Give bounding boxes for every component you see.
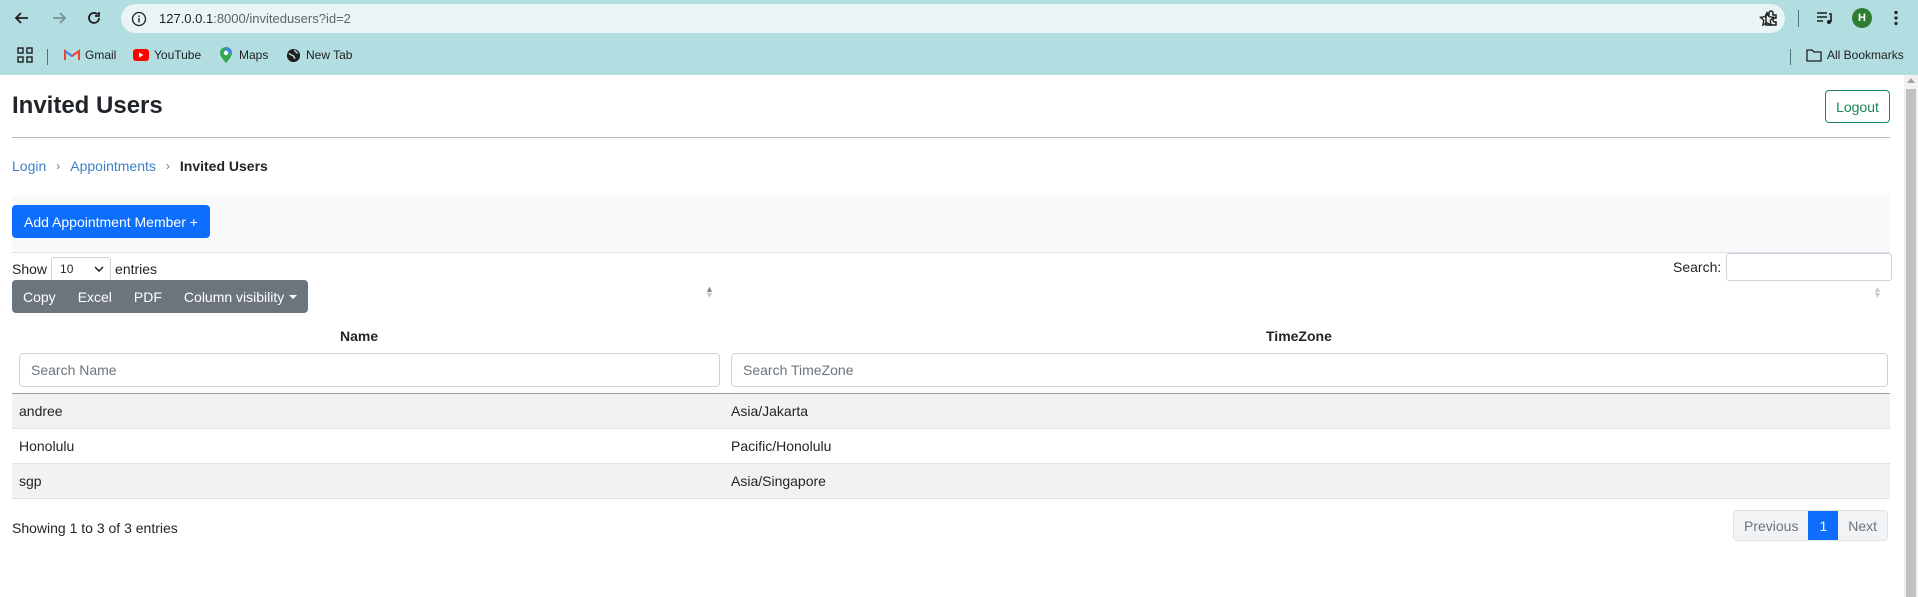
breadcrumb: Login › Appointments › Invited Users — [12, 158, 268, 174]
chevron-down-icon — [94, 266, 104, 272]
header-divider — [12, 137, 1890, 138]
name-filter-input[interactable] — [31, 362, 708, 378]
toolbar-divider — [1798, 10, 1799, 27]
caret-down-icon — [289, 294, 298, 299]
bookmark-maps[interactable]: Maps — [218, 45, 268, 65]
breadcrumb-current: Invited Users — [179, 158, 268, 174]
page-length-value: 10 — [60, 262, 74, 276]
page-title: Invited Users — [12, 92, 163, 119]
page-content: Invited Users Logout Login › Appointment… — [0, 75, 1904, 597]
media-control-icon[interactable] — [1812, 6, 1836, 30]
bookmark-label: New Tab — [306, 48, 353, 62]
global-search: Search: — [1673, 253, 1893, 281]
next-page-button[interactable]: Next — [1838, 511, 1888, 540]
cell-timezone: Pacific/Honolulu — [731, 438, 832, 454]
search-label: Search: — [1673, 259, 1722, 275]
bookmark-gmail[interactable]: Gmail — [64, 45, 116, 65]
breadcrumb-login[interactable]: Login — [12, 158, 46, 174]
page-length-control: Show 10 entries — [12, 257, 157, 281]
pdf-button[interactable]: PDF — [123, 280, 173, 313]
show-label: Show — [12, 261, 48, 277]
bookmark-youtube[interactable]: YouTube — [133, 45, 201, 65]
entries-label: entries — [115, 261, 158, 277]
cell-name: Honolulu — [19, 438, 75, 454]
all-bookmarks-label: All Bookmarks — [1827, 48, 1904, 62]
maps-icon — [218, 47, 234, 63]
column-visibility-label: Column visibility — [183, 288, 285, 305]
pagination: Previous 1 Next — [1733, 510, 1889, 541]
extensions-icon[interactable] — [1760, 6, 1784, 30]
bookmarks-divider — [47, 49, 48, 65]
bookmark-new-tab[interactable]: New Tab — [285, 45, 352, 65]
timezone-filter-input[interactable] — [743, 362, 1876, 378]
table-info: Showing 1 to 3 of 3 entries — [12, 520, 178, 536]
bookmarks-divider — [1790, 49, 1791, 65]
logout-button[interactable]: Logout — [1825, 90, 1890, 123]
breadcrumb-chevron-icon: › — [165, 159, 170, 173]
timezone-filter-field[interactable] — [731, 353, 1888, 387]
breadcrumb-appointments[interactable]: Appointments — [70, 158, 156, 174]
cell-timezone: Asia/Jakarta — [731, 403, 809, 419]
page-1-button[interactable]: 1 — [1808, 511, 1839, 540]
globe-icon — [285, 47, 301, 63]
name-filter-field[interactable] — [19, 353, 720, 387]
table-row[interactable]: andree Asia/Jakarta — [12, 394, 1890, 429]
menu-kebab-icon[interactable] — [1884, 6, 1908, 30]
bookmark-label: YouTube — [154, 48, 202, 62]
search-input[interactable] — [1726, 253, 1893, 281]
breadcrumb-chevron-icon: › — [56, 159, 61, 173]
table-row[interactable]: Honolulu Pacific/Honolulu — [12, 429, 1890, 464]
previous-page-button[interactable]: Previous — [1734, 511, 1809, 540]
column-header-name[interactable]: Name — [340, 328, 378, 344]
browser-chrome: 127.0.0.1:8000/invitedusers?id=2 H Gmail… — [0, 0, 1918, 75]
back-icon[interactable] — [10, 6, 34, 30]
page-scrollbar[interactable] — [1904, 75, 1918, 597]
apps-grid-icon[interactable] — [17, 45, 33, 65]
cell-timezone: Asia/Singapore — [731, 473, 826, 489]
sort-asc-icon[interactable]: ▲ ▼ — [705, 285, 714, 300]
action-toolbar: Add Appointment Member + — [12, 195, 1890, 253]
bookmark-label: Gmail — [85, 48, 117, 62]
excel-button[interactable]: Excel — [67, 280, 123, 313]
sort-both-icon[interactable]: ▲ ▼ — [1873, 285, 1882, 300]
reload-icon[interactable] — [82, 6, 106, 30]
folder-icon — [1806, 47, 1822, 63]
bookmarks-bar: Gmail YouTube Maps New Tab All Bookmarks — [0, 40, 1918, 68]
all-bookmarks-button[interactable]: All Bookmarks — [1806, 45, 1904, 65]
bookmark-label: Maps — [239, 48, 269, 62]
cell-name: sgp — [19, 473, 42, 489]
forward-icon[interactable] — [47, 6, 71, 30]
youtube-icon — [133, 47, 149, 63]
column-header-timezone[interactable]: TimeZone — [1266, 328, 1332, 344]
scrollbar-thumb[interactable] — [1906, 89, 1916, 597]
page-length-select[interactable]: 10 — [51, 257, 112, 281]
column-visibility-button[interactable]: Column visibility — [173, 280, 308, 313]
copy-button[interactable]: Copy — [12, 280, 67, 313]
profile-avatar[interactable]: H — [1852, 8, 1872, 28]
address-bar[interactable]: 127.0.0.1:8000/invitedusers?id=2 — [121, 4, 1785, 33]
export-button-group: Copy Excel PDF Column visibility — [12, 280, 309, 313]
url-text: 127.0.0.1:8000/invitedusers?id=2 — [159, 11, 351, 26]
table-row[interactable]: sgp Asia/Singapore — [12, 464, 1890, 499]
cell-name: andree — [19, 403, 63, 419]
add-appointment-member-button[interactable]: Add Appointment Member + — [12, 205, 210, 238]
gmail-icon — [64, 47, 80, 63]
site-info-icon[interactable] — [130, 10, 148, 28]
scroll-up-icon[interactable] — [1907, 78, 1915, 83]
